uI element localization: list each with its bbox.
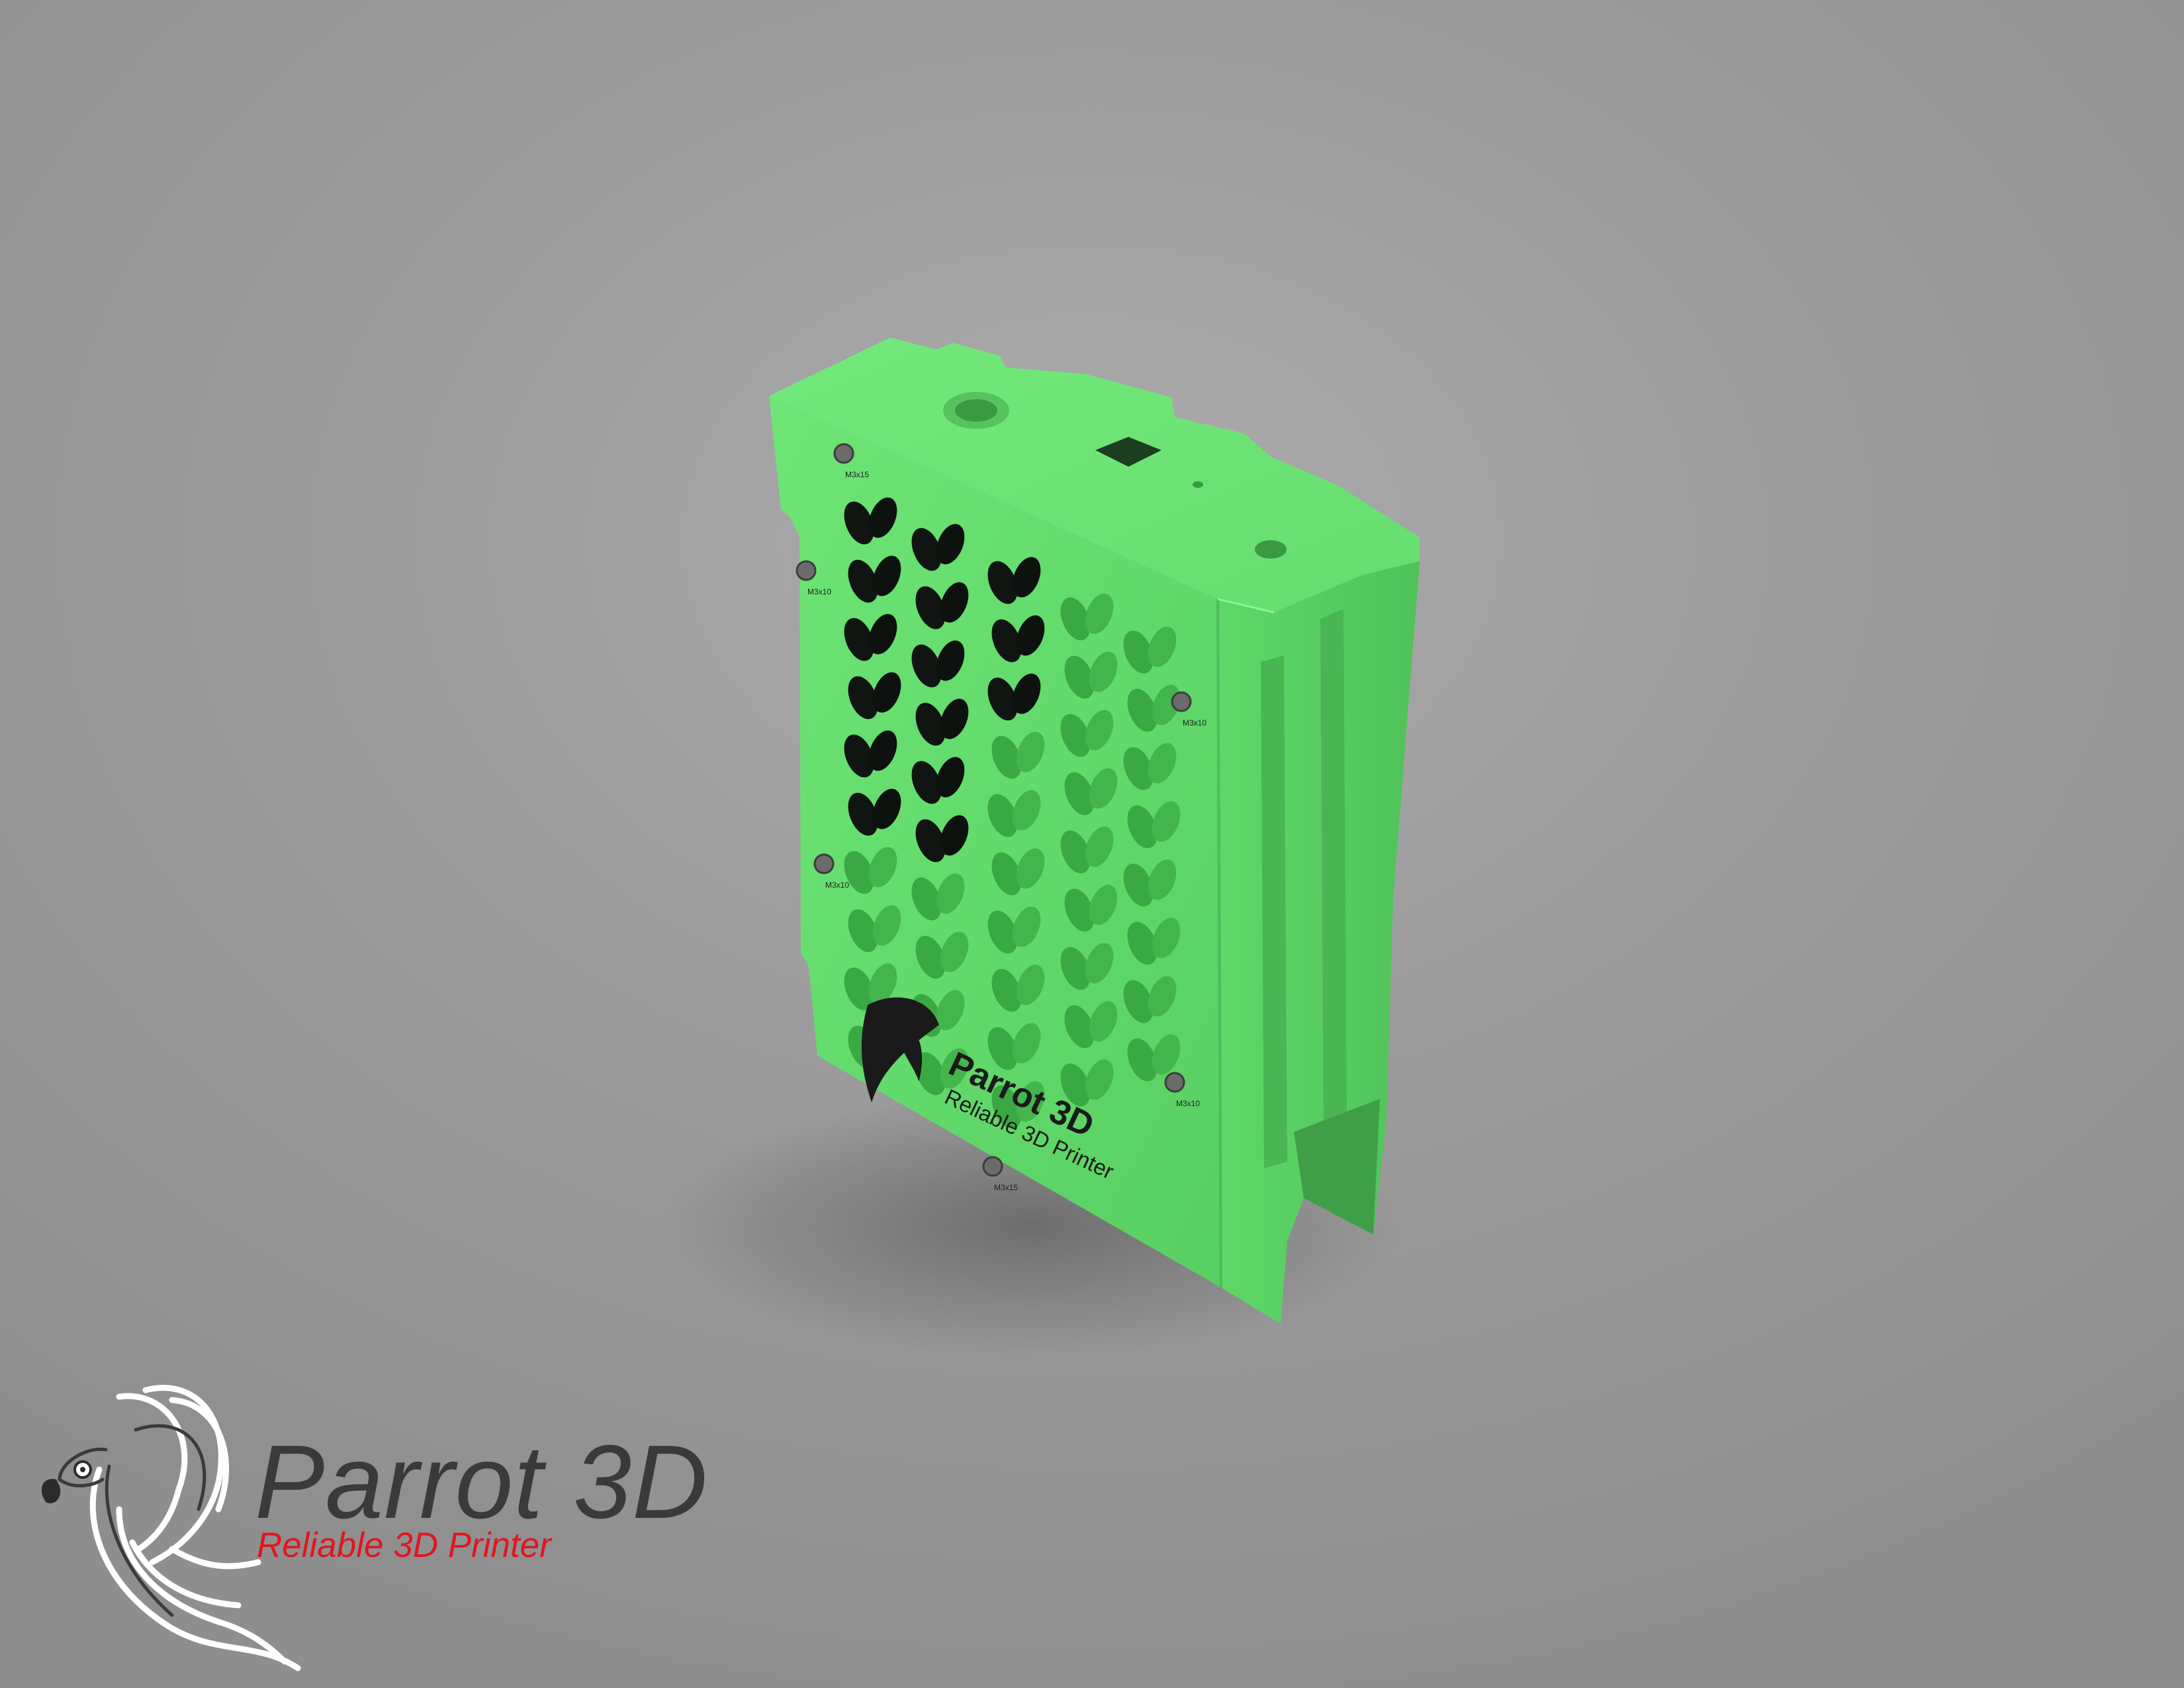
side-rail-right [1320,609,1347,1133]
brand-block: Parrot 3D Reliable 3D Printer [20,1350,748,1681]
screw-icon [1164,1072,1185,1093]
top-screw-hole [1255,540,1287,559]
top-pin [1193,481,1203,488]
screw-icon [833,443,854,464]
brand-tagline: Reliable 3D Printer [257,1526,551,1565]
screw-icon [813,853,835,874]
top-threaded-hole-inner [955,399,997,422]
screw-label: M3x10 [807,587,831,596]
screw-icon [1171,691,1192,712]
side-rail-left [1261,655,1287,1168]
screw-label: M3x10 [1183,718,1206,727]
screw-label: M3x10 [1176,1099,1200,1108]
screw-label: M3x15 [994,1183,1018,1192]
screw-label: M3x15 [845,470,869,479]
screw-icon [796,560,817,581]
screw-icon [982,1156,1003,1177]
brand-title: Parrot 3D [255,1424,709,1540]
screw-label: M3x10 [825,880,849,890]
